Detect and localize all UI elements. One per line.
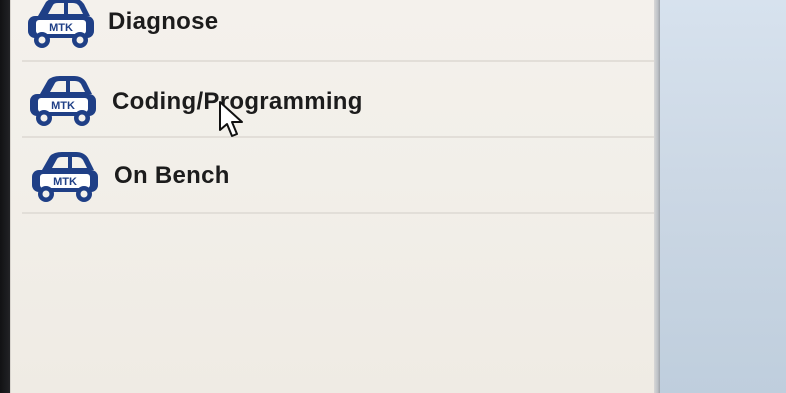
svg-text:MTK: MTK (49, 22, 73, 34)
menu-item-label: Diagnose (108, 8, 219, 35)
screen: MTK Diagnose MTK Coding/Programming MTK … (0, 0, 786, 393)
menu-item-diagnose[interactable]: MTK Diagnose (22, 0, 662, 62)
side-background (660, 0, 786, 393)
svg-text:MTK: MTK (51, 100, 75, 112)
divider (22, 212, 660, 214)
car-mtk-icon: MTK (28, 0, 94, 48)
car-mtk-icon: MTK (30, 76, 96, 126)
menu-item-coding-programming[interactable]: MTK Coding/Programming (22, 62, 662, 138)
menu-panel: MTK Diagnose MTK Coding/Programming MTK … (10, 0, 660, 393)
menu-item-label: Coding/Programming (112, 88, 363, 115)
car-mtk-icon: MTK (32, 152, 98, 202)
menu-item-on-bench[interactable]: MTK On Bench (22, 138, 662, 214)
svg-text:MTK: MTK (53, 176, 77, 188)
menu-item-label: On Bench (114, 162, 230, 189)
